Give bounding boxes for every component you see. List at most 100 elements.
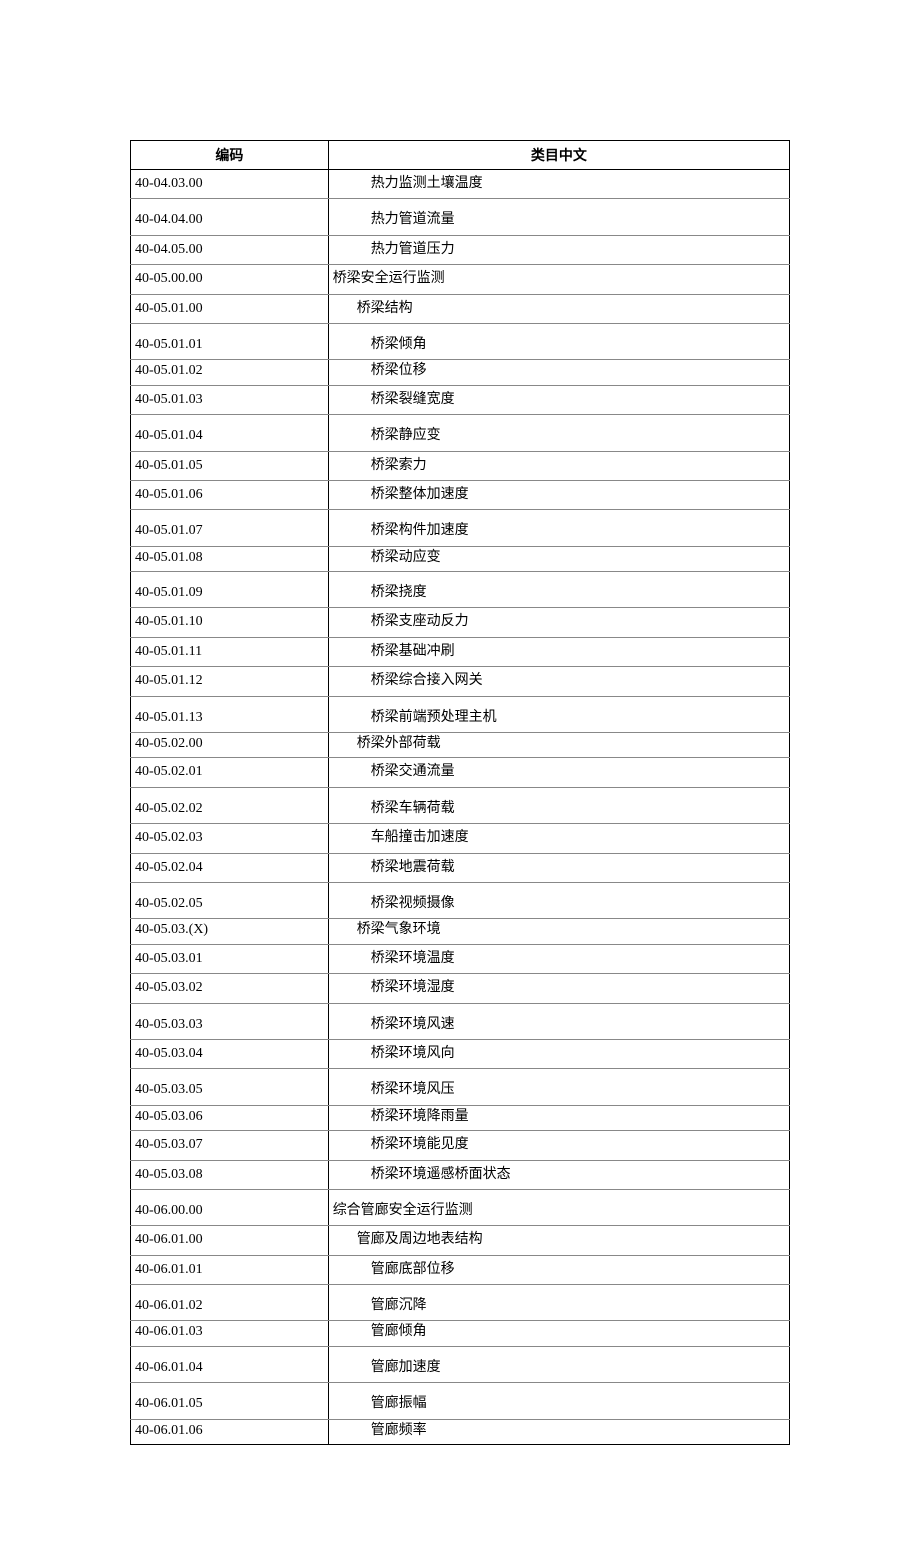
table-row: 40-05.02.02桥梁车辆荷载 bbox=[131, 787, 790, 823]
cell-code: 40-05.01.03 bbox=[131, 385, 329, 414]
table-row: 40-04.03.00热力监测土壤温度 bbox=[131, 170, 790, 199]
table-row: 40-04.05.00热力管道压力 bbox=[131, 235, 790, 264]
table-row: 40-05.02.05桥梁视频摄像 bbox=[131, 882, 790, 918]
cell-name: 管廊振幅 bbox=[328, 1383, 789, 1419]
table-row: 40-05.01.12桥梁综合接入网关 bbox=[131, 667, 790, 696]
cell-code: 40-05.01.04 bbox=[131, 415, 329, 451]
cell-code: 40-06.01.05 bbox=[131, 1383, 329, 1419]
table-row: 40-06.01.00管廊及周边地表结构 bbox=[131, 1226, 790, 1255]
cell-name: 桥梁车辆荷载 bbox=[328, 787, 789, 823]
table-row: 40-06.01.04管廊加速度 bbox=[131, 1346, 790, 1382]
table-row: 40-05.03.04桥梁环境风向 bbox=[131, 1039, 790, 1068]
cell-name: 桥梁动应变 bbox=[328, 546, 789, 571]
cell-code: 40-05.02.03 bbox=[131, 824, 329, 853]
cell-name: 桥梁位移 bbox=[328, 360, 789, 385]
cell-code: 40-05.03.(X) bbox=[131, 919, 329, 944]
cell-name: 桥梁环境遥感桥面状态 bbox=[328, 1160, 789, 1189]
cell-code: 40-06.01.02 bbox=[131, 1285, 329, 1321]
table-row: 40-05.00.00桥梁安全运行监测 bbox=[131, 265, 790, 294]
cell-name: 桥梁综合接入网关 bbox=[328, 667, 789, 696]
cell-code: 40-05.02.02 bbox=[131, 787, 329, 823]
table-row: 40-05.02.04桥梁地震荷载 bbox=[131, 853, 790, 882]
cell-name: 热力监测土壤温度 bbox=[328, 170, 789, 199]
table-row: 40-05.03.03桥梁环境风速 bbox=[131, 1003, 790, 1039]
cell-name: 桥梁环境能见度 bbox=[328, 1131, 789, 1160]
table-row: 40-05.03.06桥梁环境降雨量 bbox=[131, 1105, 790, 1130]
table-row: 40-05.01.01桥梁倾角 bbox=[131, 323, 790, 359]
table-row: 40-06.01.03管廊倾角 bbox=[131, 1321, 790, 1346]
cell-code: 40-06.01.03 bbox=[131, 1321, 329, 1346]
cell-code: 40-05.02.01 bbox=[131, 758, 329, 787]
cell-code: 40-06.01.04 bbox=[131, 1346, 329, 1382]
cell-name: 综合管廊安全运行监测 bbox=[328, 1189, 789, 1225]
table-row: 40-04.04.00热力管道流量 bbox=[131, 199, 790, 235]
cell-name: 管廊加速度 bbox=[328, 1346, 789, 1382]
cell-name: 管廊沉降 bbox=[328, 1285, 789, 1321]
header-code: 编码 bbox=[131, 141, 329, 170]
table-row: 40-05.01.05桥梁索力 bbox=[131, 451, 790, 480]
cell-code: 40-06.01.06 bbox=[131, 1419, 329, 1444]
table-row: 40-05.01.08桥梁动应变 bbox=[131, 546, 790, 571]
cell-code: 40-05.01.01 bbox=[131, 323, 329, 359]
table-row: 40-06.00.00综合管廊安全运行监测 bbox=[131, 1189, 790, 1225]
table-row: 40-05.01.11桥梁基础冲刷 bbox=[131, 637, 790, 666]
cell-name: 桥梁构件加速度 bbox=[328, 510, 789, 546]
table-row: 40-05.01.06桥梁整体加速度 bbox=[131, 480, 790, 509]
cell-name: 车船撞击加速度 bbox=[328, 824, 789, 853]
cell-code: 40-05.01.12 bbox=[131, 667, 329, 696]
cell-name: 热力管道流量 bbox=[328, 199, 789, 235]
cell-code: 40-05.01.11 bbox=[131, 637, 329, 666]
cell-code: 40-05.03.01 bbox=[131, 944, 329, 973]
cell-name: 桥梁环境温度 bbox=[328, 944, 789, 973]
cell-code: 40-05.03.08 bbox=[131, 1160, 329, 1189]
table-row: 40-05.01.02桥梁位移 bbox=[131, 360, 790, 385]
cell-name: 桥梁环境降雨量 bbox=[328, 1105, 789, 1130]
cell-name: 桥梁环境风压 bbox=[328, 1069, 789, 1105]
cell-name: 桥梁环境湿度 bbox=[328, 974, 789, 1003]
table-row: 40-05.01.10桥梁支座动反力 bbox=[131, 608, 790, 637]
cell-name: 桥梁外部荷载 bbox=[328, 733, 789, 758]
cell-name: 桥梁整体加速度 bbox=[328, 480, 789, 509]
table-row: 40-05.01.09桥梁挠度 bbox=[131, 572, 790, 608]
cell-name: 管廊倾角 bbox=[328, 1321, 789, 1346]
cell-name: 桥梁结构 bbox=[328, 294, 789, 323]
cell-code: 40-05.02.00 bbox=[131, 733, 329, 758]
code-table: 编码 类目中文 40-04.03.00热力监测土壤温度40-04.04.00热力… bbox=[130, 140, 790, 1445]
table-row: 40-05.01.00桥梁结构 bbox=[131, 294, 790, 323]
cell-code: 40-05.01.13 bbox=[131, 696, 329, 732]
cell-code: 40-05.02.05 bbox=[131, 882, 329, 918]
cell-name: 桥梁索力 bbox=[328, 451, 789, 480]
table-row: 40-05.03.08桥梁环境遥感桥面状态 bbox=[131, 1160, 790, 1189]
cell-name: 桥梁裂缝宽度 bbox=[328, 385, 789, 414]
table-row: 40-05.03.07桥梁环境能见度 bbox=[131, 1131, 790, 1160]
table-row: 40-05.01.04桥梁静应变 bbox=[131, 415, 790, 451]
cell-code: 40-05.03.06 bbox=[131, 1105, 329, 1130]
cell-name: 桥梁安全运行监测 bbox=[328, 265, 789, 294]
cell-name: 桥梁基础冲刷 bbox=[328, 637, 789, 666]
cell-code: 40-05.03.07 bbox=[131, 1131, 329, 1160]
cell-code: 40-04.05.00 bbox=[131, 235, 329, 264]
table-row: 40-06.01.06管廊频率 bbox=[131, 1419, 790, 1444]
table-row: 40-05.01.03桥梁裂缝宽度 bbox=[131, 385, 790, 414]
cell-name: 管廊及周边地表结构 bbox=[328, 1226, 789, 1255]
cell-name: 桥梁支座动反力 bbox=[328, 608, 789, 637]
table-header-row: 编码 类目中文 bbox=[131, 141, 790, 170]
cell-code: 40-05.01.02 bbox=[131, 360, 329, 385]
cell-code: 40-05.01.07 bbox=[131, 510, 329, 546]
table-row: 40-06.01.05管廊振幅 bbox=[131, 1383, 790, 1419]
cell-name: 桥梁气象环境 bbox=[328, 919, 789, 944]
cell-name: 管廊频率 bbox=[328, 1419, 789, 1444]
cell-code: 40-04.03.00 bbox=[131, 170, 329, 199]
cell-name: 桥梁环境风向 bbox=[328, 1039, 789, 1068]
cell-name: 桥梁视频摄像 bbox=[328, 882, 789, 918]
cell-code: 40-05.01.08 bbox=[131, 546, 329, 571]
cell-code: 40-05.01.10 bbox=[131, 608, 329, 637]
cell-code: 40-05.01.05 bbox=[131, 451, 329, 480]
table-row: 40-05.02.01桥梁交通流量 bbox=[131, 758, 790, 787]
cell-name: 热力管道压力 bbox=[328, 235, 789, 264]
cell-code: 40-05.01.09 bbox=[131, 572, 329, 608]
cell-name: 桥梁地震荷载 bbox=[328, 853, 789, 882]
cell-code: 40-05.01.00 bbox=[131, 294, 329, 323]
table-row: 40-06.01.01管廊底部位移 bbox=[131, 1255, 790, 1284]
cell-name: 桥梁交通流量 bbox=[328, 758, 789, 787]
